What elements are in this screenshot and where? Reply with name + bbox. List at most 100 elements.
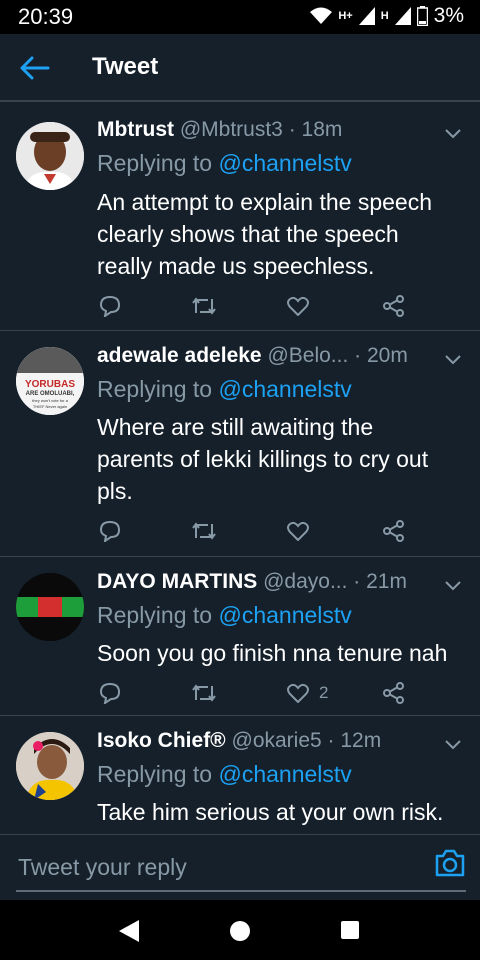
tweet-text: Where are still awaiting the parents of … (97, 411, 467, 507)
replying-prefix: Replying to (97, 376, 219, 402)
share-button[interactable] (383, 517, 405, 545)
chevron-down-icon[interactable] (444, 580, 462, 592)
retweet-button[interactable] (191, 292, 217, 320)
tweet-text-line: parents of lekki killings to cry out (97, 446, 429, 472)
chevron-down-icon[interactable] (444, 354, 462, 366)
author-handle: @Belo... (267, 344, 349, 367)
replying-prefix: Replying to (97, 150, 219, 176)
replying-to: Replying to @channelstv (97, 376, 352, 403)
reply-button[interactable] (99, 292, 121, 320)
tweet-item[interactable]: Isoko Chief® @okarie5 · 12m Replying to … (0, 716, 480, 834)
avatar-text-line: THIEF Never again (33, 404, 67, 409)
wifi-icon (310, 7, 333, 24)
avatar[interactable] (16, 732, 84, 800)
share-button[interactable] (383, 679, 405, 707)
like-button[interactable]: 2 (287, 679, 328, 707)
composer-divider (0, 834, 480, 835)
tweet-time: · 21m (353, 570, 407, 593)
tweet-item[interactable]: Mbtrust @Mbtrust3 · 18m Replying to @cha… (0, 104, 480, 330)
avatar[interactable]: YORUBAS ARE OMOLUABI, they won't vote fo… (16, 347, 84, 415)
author-name[interactable]: Mbtrust (97, 118, 174, 141)
status-icons: H+ H 3% (310, 4, 464, 28)
replying-to: Replying to @channelstv (97, 150, 352, 177)
reply-input[interactable] (16, 846, 420, 888)
page-title: Tweet (92, 53, 159, 80)
heart-icon (287, 521, 309, 541)
battery-icon (416, 6, 428, 26)
app-header: Tweet (0, 34, 480, 102)
arrow-left-icon[interactable] (18, 54, 52, 82)
tweet-header: DAYO MARTINS @dayo... · 21m (97, 570, 447, 594)
tweet-header: Isoko Chief® @okarie5 · 12m (97, 729, 447, 753)
reply-icon (99, 295, 121, 317)
tweet-actions: 2 (97, 679, 427, 707)
status-time: 20:39 (18, 4, 74, 29)
retweet-icon (192, 297, 216, 315)
replying-prefix: Replying to (97, 761, 219, 787)
reply-button[interactable] (99, 679, 121, 707)
mention-link[interactable]: @channelstv (218, 376, 351, 402)
author-handle: @Mbtrust3 (179, 118, 283, 141)
replying-prefix: Replying to (97, 602, 219, 628)
reply-input-underline (16, 890, 466, 892)
tweet-text: An attempt to explain the speech clearly… (97, 186, 467, 282)
author-name[interactable]: DAYO MARTINS (97, 570, 257, 593)
avatar-poster: YORUBAS ARE OMOLUABI, they won't vote fo… (16, 347, 84, 415)
tweet-text-line: Soon you go finish nna tenure nah (97, 640, 448, 666)
nav-home-icon[interactable] (230, 921, 250, 941)
like-count: 2 (319, 683, 329, 702)
retweet-icon (192, 522, 216, 540)
reply-icon (99, 682, 121, 704)
replying-to: Replying to @channelstv (97, 761, 352, 788)
mention-link[interactable]: @channelstv (218, 761, 351, 787)
avatar-flag (16, 573, 84, 641)
retweet-button[interactable] (191, 517, 217, 545)
avatar-photo (16, 732, 84, 800)
author-handle: @okarie5 (231, 729, 322, 752)
camera-icon[interactable] (434, 848, 466, 878)
tweet-text-line: Where are still awaiting the (97, 414, 374, 440)
network-type-label-2: H (380, 10, 389, 22)
system-nav-bar (0, 900, 480, 960)
network-type-label: H+ (338, 10, 353, 22)
tweet-header: adewale adeleke @Belo... · 20m (97, 344, 447, 368)
reply-button[interactable] (99, 517, 121, 545)
header-divider (0, 100, 480, 102)
heart-icon (287, 683, 309, 703)
tweet-text-line: pls. (97, 478, 133, 504)
share-icon (383, 295, 404, 317)
share-button[interactable] (383, 292, 405, 320)
avatar-text-line: YORUBAS (25, 379, 75, 390)
tweet-text: Soon you go finish nna tenure nah (97, 637, 467, 669)
tweet-actions (97, 292, 427, 320)
nav-recents-icon[interactable] (341, 921, 359, 939)
tweet-item[interactable]: DAYO MARTINS @dayo... · 21m Replying to … (0, 557, 480, 715)
mention-link[interactable]: @channelstv (218, 602, 351, 628)
tweet-text-line: really made us speechless. (97, 253, 375, 279)
nav-back-icon[interactable] (119, 920, 139, 942)
signal-icon (358, 7, 375, 25)
tweet-item[interactable]: YORUBAS ARE OMOLUABI, they won't vote fo… (0, 331, 480, 556)
mention-link[interactable]: @channelstv (218, 150, 351, 176)
like-button[interactable] (287, 517, 309, 545)
share-icon (383, 520, 404, 542)
avatar[interactable] (16, 122, 84, 190)
author-name[interactable]: Isoko Chief® (97, 729, 226, 752)
reply-icon (99, 520, 121, 542)
retweet-icon (192, 684, 216, 702)
chevron-down-icon[interactable] (444, 128, 462, 140)
chevron-down-icon[interactable] (444, 739, 462, 751)
battery-percent: 3% (433, 4, 464, 27)
reply-feed[interactable]: Mbtrust @Mbtrust3 · 18m Replying to @cha… (0, 104, 480, 834)
like-button[interactable] (287, 292, 309, 320)
tweet-text-line: clearly shows that the speech (97, 221, 399, 247)
signal-icon-2 (394, 7, 411, 25)
reply-composer (0, 834, 480, 900)
author-handle: @dayo... (263, 570, 348, 593)
author-name[interactable]: adewale adeleke (97, 344, 262, 367)
avatar-photo (16, 122, 84, 190)
tweet-header: Mbtrust @Mbtrust3 · 18m (97, 118, 447, 142)
share-icon (383, 682, 404, 704)
avatar[interactable] (16, 573, 84, 641)
retweet-button[interactable] (191, 679, 217, 707)
